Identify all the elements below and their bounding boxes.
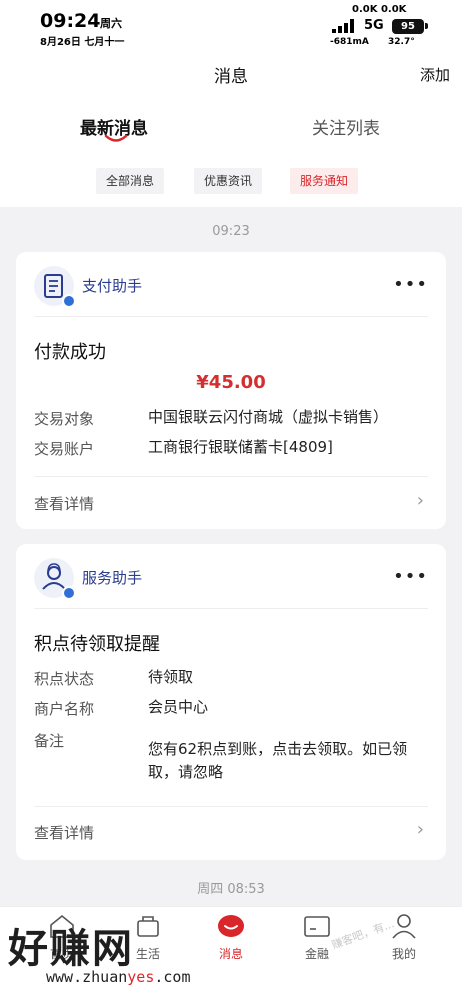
more-options-icon[interactable]: •••: [393, 274, 428, 295]
payment-amount: ¥45.00: [196, 372, 266, 393]
nav-label: 消息: [218, 947, 243, 961]
chevron-right-icon[interactable]: ›: [417, 490, 424, 511]
divider: [34, 608, 428, 609]
status-bar: 09:24 周六 8月26日 七月十一 0.0K 0.0K 5G 95 -681…: [0, 0, 462, 52]
message-timestamp: 周四 08:53: [197, 882, 265, 897]
message-icon: [218, 915, 244, 937]
watermark-url: www.zhuanyes.com: [46, 968, 191, 986]
row-label-points-status: 积点状态: [34, 670, 95, 688]
divider: [34, 806, 428, 807]
row-value-account: 工商银行银联储蓄卡[4809]: [148, 438, 333, 456]
service-person-icon: [34, 558, 76, 600]
card-header: 服务助手 •••: [16, 544, 446, 608]
status-current: -681mA: [330, 37, 369, 47]
verified-badge-icon: [62, 586, 76, 600]
status-date: 8月26日 七月十一: [40, 37, 125, 48]
status-weekday: 周六: [100, 17, 122, 30]
signal-icon: [332, 19, 354, 33]
chip-promotions[interactable]: 优惠资讯: [194, 168, 263, 194]
message-timestamp: 09:23: [212, 224, 250, 239]
more-options-icon[interactable]: •••: [393, 566, 428, 587]
finance-icon: [304, 916, 330, 937]
verified-badge-icon: [62, 294, 76, 308]
view-details-link[interactable]: 查看详情: [34, 493, 94, 514]
message-card-service[interactable]: 服务助手 ••• 积点待领取提醒 积点状态 待领取 商户名称 会员中心 备注 您…: [16, 544, 446, 860]
watermark-url-prefix: www.zhuan: [46, 968, 128, 986]
document-icon: [34, 266, 76, 308]
page-title: 消息: [214, 67, 248, 87]
header: 消息 添加 最新消息 关注列表 全部消息 优惠资讯 服务通知: [0, 52, 462, 207]
row-value-points-status: 待领取: [148, 668, 194, 686]
status-temperature: 32.7°: [388, 37, 415, 47]
tab-follow-list[interactable]: 关注列表: [312, 114, 380, 139]
watermark-url-suffix: .com: [154, 968, 191, 986]
chevron-right-icon[interactable]: ›: [417, 819, 424, 840]
row-value-note: 您有62积点到账，点击去领取。如已领取，请忽略: [148, 740, 408, 781]
life-icon: [137, 916, 159, 937]
status-net-speed: 0.0K 0.0K: [352, 4, 407, 15]
row-label-merchant: 商户名称: [34, 700, 95, 718]
service-name: 服务助手: [82, 569, 143, 587]
row-value-merchant: 会员中心: [148, 698, 209, 716]
row-value-counterparty: 中国银联云闪付商城（虚拟卡销售）: [148, 408, 389, 426]
chip-service-notice[interactable]: 服务通知: [290, 168, 359, 194]
nav-finance[interactable]: 金融: [277, 907, 357, 1000]
row-label-account: 交易账户: [34, 440, 95, 458]
message-title: 付款成功: [34, 342, 106, 363]
card-header: 支付助手 •••: [16, 252, 446, 316]
status-network: 5G: [364, 18, 384, 33]
nav-messages[interactable]: 消息: [191, 907, 271, 1000]
nav-label: 我的: [391, 947, 416, 961]
message-card-payment[interactable]: 支付助手 ••• 付款成功 ¥45.00 交易对象 中国银联云闪付商城（虚拟卡销…: [16, 252, 446, 529]
status-time: 09:24: [40, 10, 101, 32]
row-label-note: 备注: [34, 732, 65, 750]
watermark-url-accent: yes: [127, 968, 155, 986]
battery-icon: 95: [392, 19, 424, 34]
divider: [34, 476, 428, 477]
row-label-counterparty: 交易对象: [34, 410, 95, 428]
tab-active-indicator: [104, 134, 128, 142]
chip-all-messages[interactable]: 全部消息: [96, 168, 165, 194]
divider: [34, 316, 428, 317]
add-button[interactable]: 添加: [420, 64, 450, 85]
message-title: 积点待领取提醒: [34, 634, 160, 655]
view-details-link[interactable]: 查看详情: [34, 822, 94, 843]
battery-tip: [425, 23, 428, 29]
watermark-logo: 好赚网: [8, 926, 134, 972]
service-name: 支付助手: [82, 277, 143, 295]
